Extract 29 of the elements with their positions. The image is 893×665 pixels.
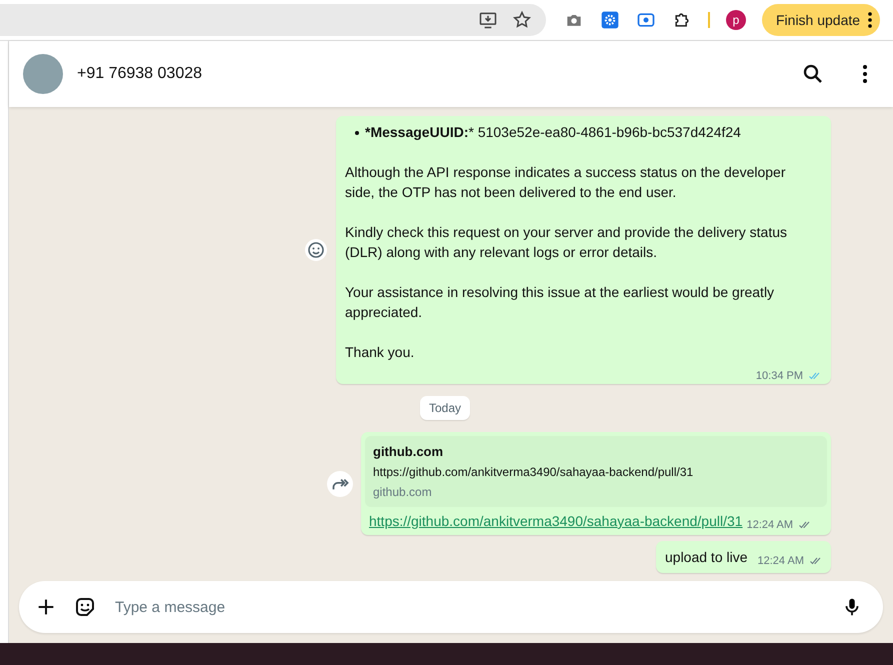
preview-url: https://github.com/ankitverma3490/sahayaa-backend/pull/31: [373, 465, 694, 479]
message-text: Your assistance in resolving this issue at the earliest would be greatly appreciated.: [345, 283, 776, 322]
finish-update-button[interactable]: Finish update: [762, 4, 880, 36]
message-link[interactable]: https://github.com/ankitverma3490/sahayaa-backend/pull/31: [369, 513, 743, 529]
date-divider: Today: [420, 396, 470, 420]
message-input[interactable]: Type a message: [113, 598, 825, 616]
install-icon[interactable]: [478, 10, 498, 30]
message-time: 12:24 AM: [746, 519, 794, 531]
preview-domain: github.com: [373, 485, 433, 499]
message-time: 10:34 PM: [756, 370, 803, 382]
bullet-item: *MessageUUID:* 5103e52e-ea80-4861-b96b-bc537d424f24: [345, 122, 823, 142]
message-input-field[interactable]: Type a message: [19, 581, 883, 633]
preview-title: github.com: [373, 444, 444, 459]
smiley-icon[interactable]: [304, 238, 328, 262]
message-text: Thank you.: [345, 343, 416, 362]
forward-icon[interactable]: [327, 470, 353, 496]
message-text: Kindly check this request on your server and provide the delivery status (DLR) along with any relevant logs or error details.: [345, 223, 788, 262]
profile-avatar[interactable]: p: [726, 10, 746, 30]
message-text: Although the API response indicates a success status on the developer side, the OTP has not been delivered to the end user.: [345, 163, 787, 202]
gear-icon[interactable]: [600, 10, 620, 30]
star-icon[interactable]: [512, 10, 532, 30]
contact-name[interactable]: +91 76938 03028: [77, 65, 773, 83]
bullet-icon: [355, 131, 359, 136]
contact-avatar[interactable]: [23, 54, 63, 94]
sticker-icon[interactable]: [73, 595, 97, 619]
more-icon: [868, 12, 872, 28]
link-preview[interactable]: github.com https://github.com/ankitverma3490/sahayaa-backend/pull/31 github.com: [365, 436, 827, 507]
message-time: 12:24 AM: [758, 555, 804, 567]
message-text: upload to live: [665, 549, 748, 565]
